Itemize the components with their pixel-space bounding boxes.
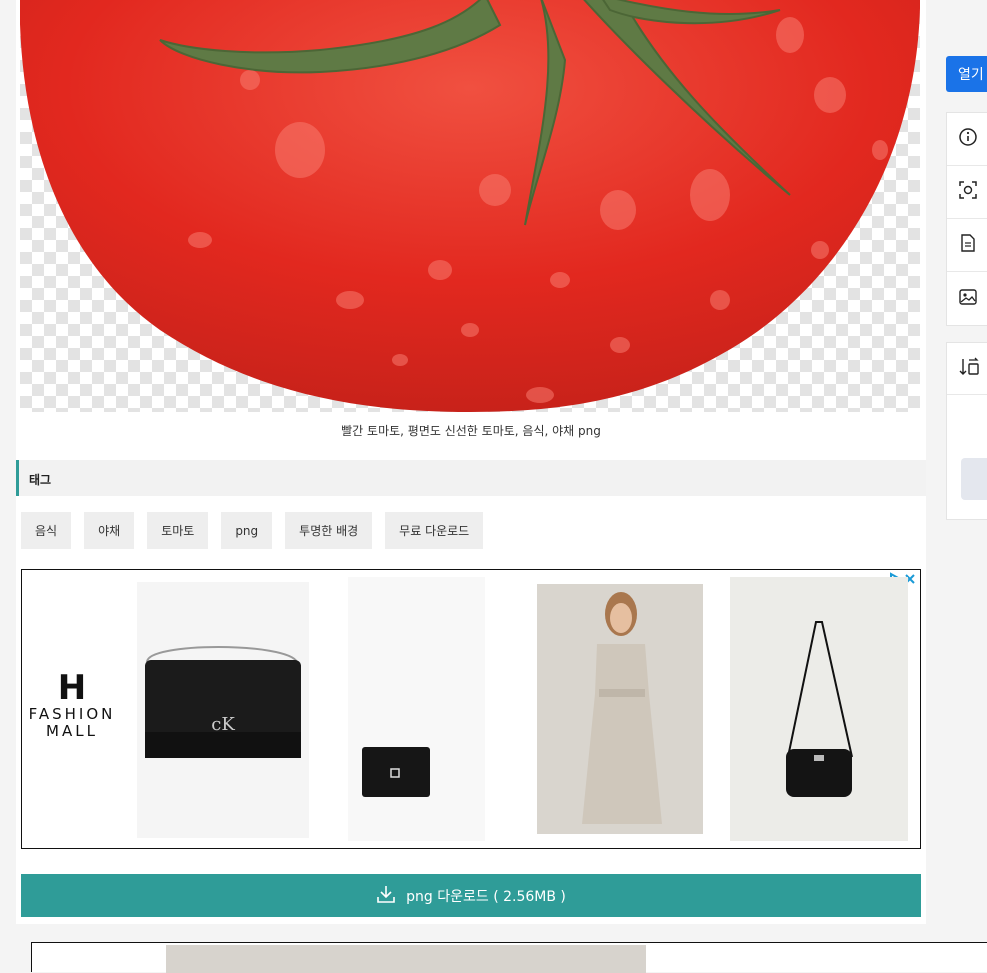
open-button[interactable]: 열기 [946,56,987,92]
scan-icon [958,180,978,204]
advertisement-banner[interactable]: H FASHION MALL cK [21,569,921,849]
ad-logo-letter: H [57,668,87,708]
tag-transparent-background[interactable]: 투명한 배경 [285,512,373,549]
image-caption: 빨간 토마토, 평면도 신선한 토마토, 음식, 야채 png [341,424,601,438]
tag-vegetable[interactable]: 야채 [84,512,135,549]
tag-food[interactable]: 음식 [21,512,72,549]
image-button[interactable] [947,272,987,325]
panel-grey-button[interactable] [961,458,987,500]
tag-list: 음식 야채 토마토 png 투명한 배경 무료 다운로드 [21,512,484,549]
document-button[interactable] [947,219,987,272]
tag-tomato[interactable]: 토마토 [147,512,209,549]
download-label: png 다운로드 ( 2.56MB ) [406,888,566,905]
tag-png[interactable]: png [221,512,273,549]
image-icon [958,287,978,311]
ad-logo-line2: MALL [46,722,98,740]
image-detail-card: 빨간 토마토, 평면도 신선한 토마토, 음식, 야채 png 태그 음식 야채… [16,0,926,924]
download-icon [376,884,396,908]
ad-product-bag-2[interactable] [730,577,908,841]
info-icon [958,127,978,151]
ad-product-bag-1[interactable]: cK [137,582,309,838]
bottom-advertisement[interactable] [31,942,987,973]
ad-product-dress[interactable] [537,584,703,834]
tags-section-header: 태그 [16,460,926,496]
tags-title: 태그 [29,473,52,487]
svg-text:cK: cK [211,714,235,735]
panel-bottom-card [946,342,987,520]
sort-button[interactable] [947,343,987,395]
ad-logo-line1: FASHION [28,705,116,723]
scan-button[interactable] [947,166,987,219]
png-download-button[interactable]: png 다운로드 ( 2.56MB ) [21,874,921,917]
bottom-ad-image [166,945,646,973]
tomato-illustration [20,0,920,412]
info-button[interactable] [947,113,987,166]
tomato-image [20,0,920,412]
ad-product-wallet[interactable] [348,577,485,841]
sort-icon [958,356,980,382]
tool-icon-group [946,112,987,326]
ad-brand-logo[interactable]: H FASHION MALL [22,670,122,740]
tag-free-download[interactable]: 무료 다운로드 [385,512,484,549]
document-icon [958,233,978,257]
